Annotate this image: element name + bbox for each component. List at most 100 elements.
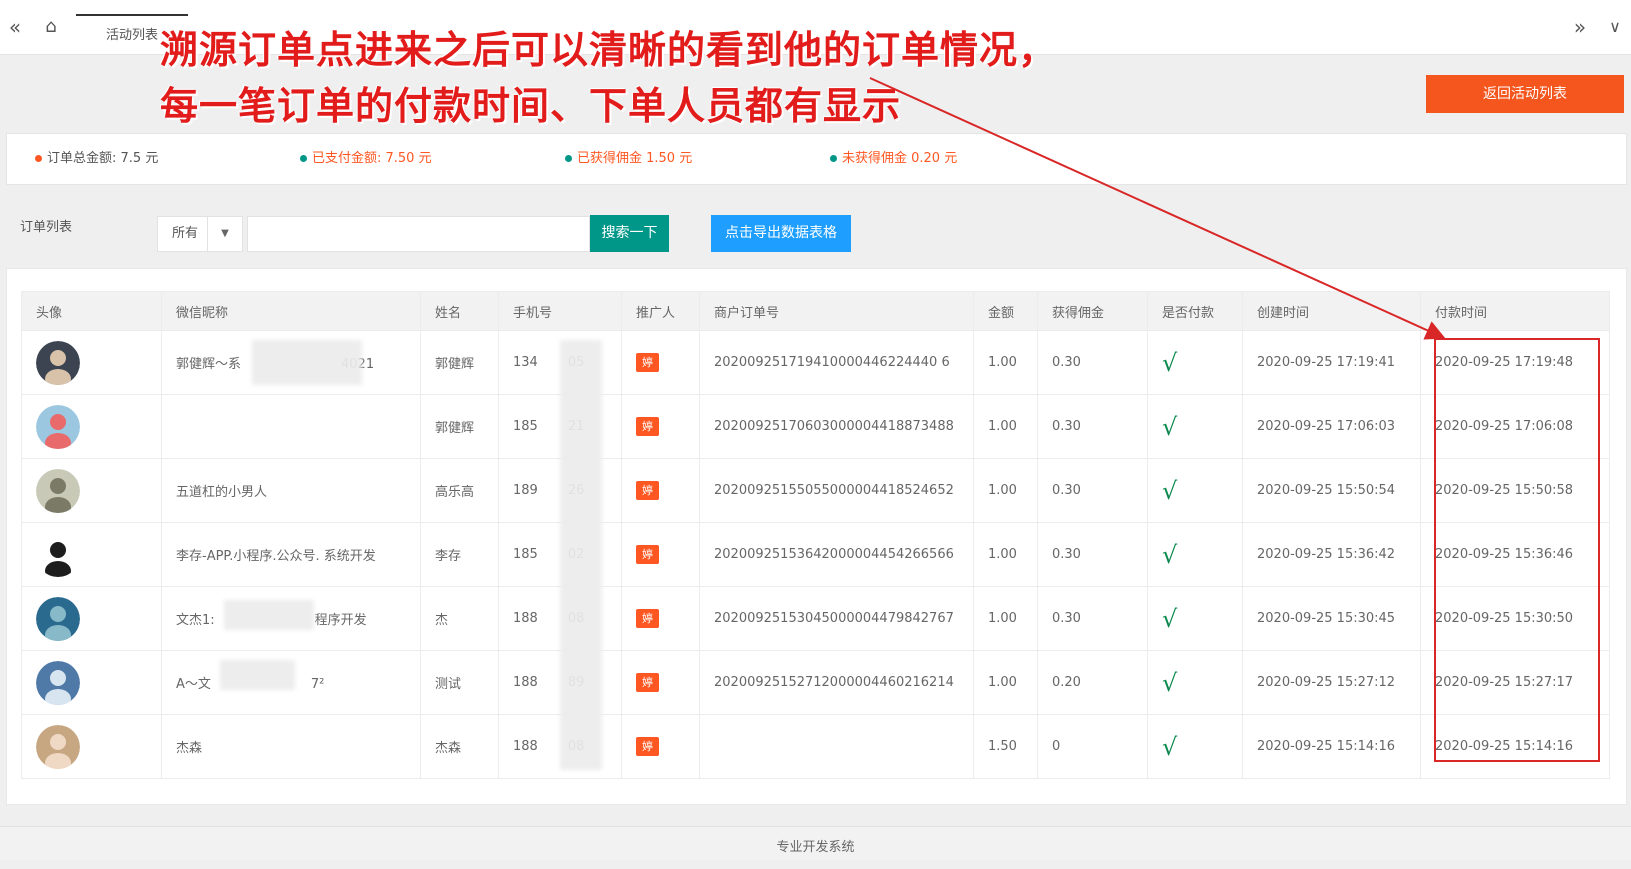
- commission-cell: 0.30: [1037, 330, 1148, 395]
- promoter-badge[interactable]: 婷: [636, 673, 659, 692]
- order-no-cell: 20200925153045000004479842767: [699, 586, 974, 651]
- status-dot-icon: [35, 155, 42, 162]
- promoter-badge[interactable]: 婷: [636, 481, 659, 500]
- name-cell: 测试: [420, 650, 499, 715]
- order-no-cell: 20200925153642000004454266566: [699, 522, 974, 587]
- col-paid-time[interactable]: 付款时间: [1420, 291, 1610, 331]
- avatar-cell: [21, 650, 162, 715]
- commission-cell: 0: [1037, 714, 1148, 779]
- name-cell: 李存: [420, 522, 499, 587]
- annotation-line-2: 每一笔订单的付款时间、下单人员都有显示: [160, 84, 902, 128]
- commission-cell: 0.20: [1037, 650, 1148, 715]
- commission-cell: 0.30: [1037, 394, 1148, 459]
- search-input[interactable]: [247, 216, 590, 252]
- paid-cell: √: [1147, 714, 1243, 779]
- paid-cell: √: [1147, 522, 1243, 587]
- promoter-cell: 婷: [621, 522, 700, 587]
- paid-cell: √: [1147, 394, 1243, 459]
- amount-cell: 1.00: [973, 650, 1038, 715]
- created-time-cell: 2020-09-25 17:06:03: [1242, 394, 1421, 459]
- amount-cell: 1.00: [973, 394, 1038, 459]
- status-dot-icon: [300, 155, 307, 162]
- export-button[interactable]: 点击导出数据表格: [711, 215, 851, 252]
- privacy-mask: [224, 600, 314, 630]
- privacy-mask: [560, 340, 602, 770]
- created-time-cell: 2020-09-25 15:14:16: [1242, 714, 1421, 779]
- promoter-cell: 婷: [621, 330, 700, 395]
- avatar: [36, 596, 80, 641]
- table-header-row: 头像 微信昵称 姓名 手机号 推广人 商户订单号 金额 获得佣金 是否付款 创建…: [21, 291, 1610, 331]
- summary-paid: 已支付金额: 7.50 元: [300, 134, 432, 184]
- order-list-label: 订单列表: [20, 220, 73, 235]
- col-name[interactable]: 姓名: [420, 291, 499, 331]
- summary-total: 订单总金额: 7.5 元: [35, 134, 158, 184]
- promoter-badge[interactable]: 婷: [636, 417, 659, 436]
- check-icon: √: [1162, 668, 1178, 697]
- created-time-cell: 2020-09-25 15:50:54: [1242, 458, 1421, 523]
- promoter-badge[interactable]: 婷: [636, 545, 659, 564]
- promoter-cell: 婷: [621, 650, 700, 715]
- check-icon: √: [1162, 732, 1178, 761]
- check-icon: √: [1162, 604, 1178, 633]
- created-time-cell: 2020-09-25 15:36:42: [1242, 522, 1421, 587]
- col-paid[interactable]: 是否付款: [1147, 291, 1243, 331]
- avatar: [36, 724, 80, 769]
- amount-cell: 1.00: [973, 330, 1038, 395]
- order-no-cell: 20200925155055000004418524652: [699, 458, 974, 523]
- paid-cell: √: [1147, 650, 1243, 715]
- promoter-badge[interactable]: 婷: [636, 353, 659, 372]
- avatar-cell: [21, 586, 162, 651]
- amount-cell: 1.00: [973, 458, 1038, 523]
- chevron-down-icon[interactable]: ∨: [1600, 0, 1630, 54]
- annotation-line-1: 溯源订单点进来之后可以清晰的看到他的订单情况，: [160, 28, 1058, 72]
- paid-time-cell: 2020-09-25 17:06:08: [1420, 394, 1610, 459]
- commission-cell: 0.30: [1037, 522, 1148, 587]
- name-cell: 郭健辉: [420, 330, 499, 395]
- nickname-cell: 五道杠的小男人: [161, 458, 421, 523]
- paid-time-cell: 2020-09-25 15:14:16: [1420, 714, 1610, 779]
- col-promoter[interactable]: 推广人: [621, 291, 700, 331]
- col-avatar[interactable]: 头像: [21, 291, 162, 331]
- select-value: 所有: [172, 226, 199, 241]
- col-phone[interactable]: 手机号: [498, 291, 622, 331]
- avatar-cell: [21, 394, 162, 459]
- search-button[interactable]: 搜索一下: [590, 215, 669, 252]
- col-nickname[interactable]: 微信昵称: [161, 291, 421, 331]
- promoter-badge[interactable]: 婷: [636, 737, 659, 756]
- commission-cell: 0.30: [1037, 458, 1148, 523]
- summary-earned: 已获得佣金 1.50 元: [565, 134, 692, 184]
- col-created[interactable]: 创建时间: [1242, 291, 1421, 331]
- paid-time-cell: 2020-09-25 15:36:46: [1420, 522, 1610, 587]
- privacy-mask: [252, 340, 362, 385]
- avatar: [36, 340, 80, 385]
- status-select[interactable]: 所有 ▼: [157, 216, 243, 252]
- col-commission[interactable]: 获得佣金: [1037, 291, 1148, 331]
- order-no-cell: 20200925170603000004418873488: [699, 394, 974, 459]
- paid-time-cell: 2020-09-25 15:30:50: [1420, 586, 1610, 651]
- created-time-cell: 2020-09-25 17:19:41: [1242, 330, 1421, 395]
- col-amount[interactable]: 金额: [973, 291, 1038, 331]
- amount-cell: 1.00: [973, 522, 1038, 587]
- paid-cell: √: [1147, 586, 1243, 651]
- amount-cell: 1.00: [973, 586, 1038, 651]
- name-cell: 杰: [420, 586, 499, 651]
- promoter-cell: 婷: [621, 458, 700, 523]
- name-cell: 高乐高: [420, 458, 499, 523]
- nav-left-icon[interactable]: «: [0, 0, 30, 54]
- order-summary: 订单总金额: 7.5 元 已支付金额: 7.50 元 已获得佣金 1.50 元 …: [6, 133, 1627, 185]
- back-to-list-button[interactable]: 返回活动列表: [1426, 75, 1624, 113]
- col-order-no[interactable]: 商户订单号: [699, 291, 974, 331]
- avatar: [36, 532, 80, 577]
- home-icon[interactable]: ⌂: [36, 0, 66, 54]
- order-table-panel: 头像 微信昵称 姓名 手机号 推广人 商户订单号 金额 获得佣金 是否付款 创建…: [6, 268, 1627, 805]
- status-dot-icon: [565, 155, 572, 162]
- avatar-cell: [21, 714, 162, 779]
- order-no-cell: [699, 714, 974, 779]
- avatar-cell: [21, 522, 162, 587]
- promoter-badge[interactable]: 婷: [636, 609, 659, 628]
- check-icon: √: [1162, 412, 1178, 441]
- promoter-cell: 婷: [621, 394, 700, 459]
- filter-bar: 订单列表 所有 ▼ 搜索一下 点击导出数据表格: [6, 204, 1625, 262]
- amount-cell: 1.50: [973, 714, 1038, 779]
- nav-right-icon[interactable]: »: [1565, 0, 1595, 54]
